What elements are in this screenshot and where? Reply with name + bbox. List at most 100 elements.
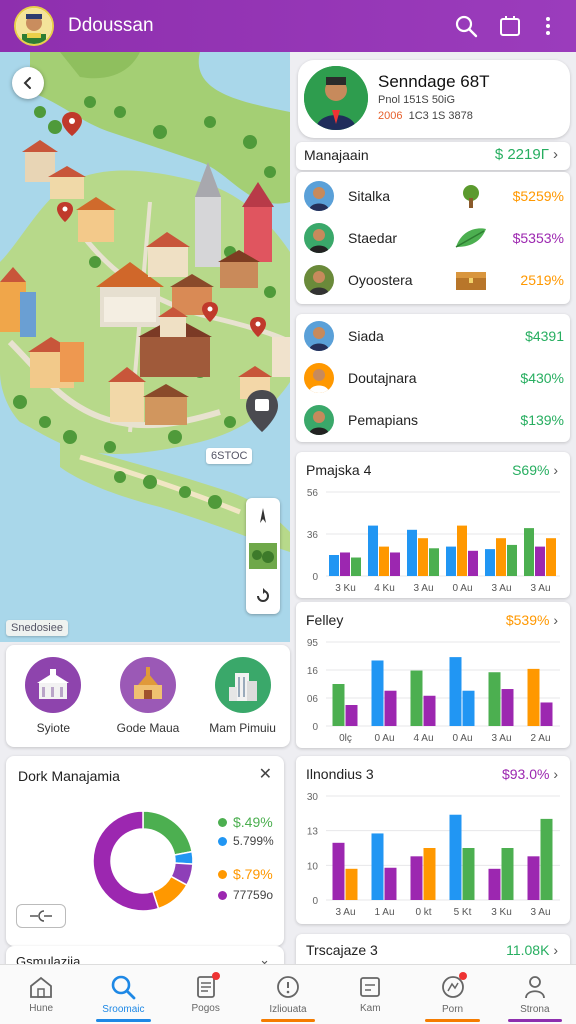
chevron-right-icon[interactable]: › <box>553 766 558 782</box>
list-item-value: $5259% <box>512 188 564 204</box>
chart-value-text: $93.0% <box>501 766 550 782</box>
notification-badge <box>459 972 468 980</box>
donut-legend-item: $.49% <box>218 814 273 830</box>
nav-label: Sroomaic <box>102 1004 145 1015</box>
chart-title: Felley <box>306 612 344 628</box>
list-item[interactable]: Staedar $5353% <box>304 218 564 258</box>
bar <box>429 548 439 576</box>
toggle-button[interactable] <box>16 904 66 928</box>
people-list: Siada $4391 Doutajnara $430% Pemapians $… <box>296 314 570 442</box>
bar <box>418 538 428 576</box>
bar-chart-card[interactable]: Ilnondius 3 $93.0% › 30 13 10 0 3 Au 1 Au 0 kt… <box>296 756 570 924</box>
list-item[interactable]: Sitalka $5259% <box>304 176 564 216</box>
y-tick-label: 36 <box>307 530 319 541</box>
search-icon[interactable] <box>452 12 480 40</box>
bar-chart: 56 36 0 3 Ku 4 Ku 3 Au 0 Au 3 Au 3 Au <box>307 488 560 594</box>
leaf-icon <box>454 225 488 251</box>
category-item-syiote[interactable]: Syiote <box>8 657 98 735</box>
landmark-icon <box>25 657 82 713</box>
bar <box>468 550 478 576</box>
compass-icon[interactable] <box>254 507 272 525</box>
close-icon[interactable]: ✕ <box>259 764 272 784</box>
legend-label: $.79% <box>233 866 273 882</box>
profile-name: Senndage 68T <box>378 72 490 91</box>
more-options-icon[interactable] <box>534 12 562 40</box>
active-indicator <box>260 1019 316 1022</box>
category-item-gode-maua[interactable]: Gode Maua <box>103 657 193 735</box>
resource-list: Sitalka $5259% Staedar $5353% Oyoostera … <box>296 172 570 304</box>
avatar <box>304 223 334 253</box>
y-tick-label: 06 <box>307 694 319 705</box>
donut-title: Dork Manajamia <box>18 768 120 784</box>
bar <box>457 525 467 576</box>
bar <box>332 842 345 900</box>
nav-item-profile[interactable]: Strona <box>494 965 576 1024</box>
bar <box>371 660 384 726</box>
chart-value-text: S69% <box>512 462 550 478</box>
city-map[interactable]: 6STOC Snedosiee <box>0 52 290 642</box>
x-tick-label: 0 kt <box>415 907 431 918</box>
info-icon <box>277 976 299 998</box>
bar <box>407 529 417 576</box>
list-item[interactable]: Siada $4391 <box>304 316 564 356</box>
bar-chart-card[interactable]: Pmajska 4 S69% › 56 36 0 3 Ku 4 Ku 3 Au 0 Au 3 … <box>296 452 570 598</box>
nav-item-list[interactable]: Kam <box>329 965 411 1024</box>
nav-item-pages[interactable]: Pogos <box>165 965 247 1024</box>
search-icon <box>112 975 136 1000</box>
summary-bar[interactable]: Manajaain $ 2219Г › <box>296 142 570 170</box>
list-item-value: $430% <box>520 370 564 386</box>
legend-dot <box>218 817 227 827</box>
list-item[interactable]: Oyoostera 2519% <box>304 260 564 300</box>
bar <box>384 690 397 726</box>
nav-label: Hune <box>29 1003 54 1014</box>
nav-item-feed[interactable]: Porn <box>411 965 493 1024</box>
donut-legend-item: 77759o <box>218 888 273 902</box>
active-indicator <box>96 1019 151 1022</box>
x-tick-label: 3 Ku <box>335 583 356 594</box>
list-item-name: Oyoostera <box>348 272 413 288</box>
nav-item-search[interactable]: Sroomaic <box>82 965 164 1024</box>
back-button[interactable] <box>12 67 44 99</box>
nav-item-info[interactable]: Izliouata <box>247 965 329 1024</box>
bar <box>462 848 475 900</box>
avatar <box>304 405 334 435</box>
nav-item-home[interactable]: Hune <box>0 965 82 1024</box>
app-title: Ddoussan <box>68 15 154 36</box>
bottom-navigation: Hune Sroomaic Pogos Izliouata Kam Porn S… <box>0 964 576 1024</box>
bar <box>332 684 345 726</box>
chevron-right-icon[interactable]: › <box>553 612 558 628</box>
bar <box>496 538 506 576</box>
list-item[interactable]: Pemapians $139% <box>304 400 564 440</box>
legend-dot <box>218 890 227 900</box>
user-avatar[interactable] <box>14 6 54 46</box>
chevron-right-icon[interactable]: › <box>553 146 558 163</box>
calendar-icon[interactable] <box>496 12 524 40</box>
list-item-value: $5353% <box>512 230 564 246</box>
map-label-right: 6STOC <box>206 448 253 464</box>
bar <box>501 848 514 900</box>
y-tick-label: 95 <box>307 638 319 649</box>
profile-icon <box>524 976 545 999</box>
summary-value-text: $ 2219Г <box>494 146 549 163</box>
list-item-name: Staedar <box>348 230 398 246</box>
category-item-mam-pimuiu[interactable]: Mam Pimuiu <box>198 657 288 735</box>
x-tick-label: 1 Au <box>374 907 394 918</box>
profile-card[interactable]: Senndage 68T Pnol 151S 50iG 2006 1C3 1S … <box>298 60 570 138</box>
chart-value: $539% › <box>506 612 558 628</box>
x-tick-label: 3 Au <box>530 907 550 918</box>
chevron-right-icon[interactable]: › <box>553 942 558 958</box>
x-tick-label: 4 Ku <box>374 583 395 594</box>
app-bar: Ddoussan <box>0 0 576 52</box>
list-item-name: Doutajnara <box>348 370 417 386</box>
x-tick-label: 0 Au <box>452 733 472 744</box>
chevron-right-icon[interactable]: › <box>553 462 558 478</box>
rotate-icon[interactable] <box>254 587 272 605</box>
chevron-left-icon <box>23 77 31 89</box>
bar <box>507 544 517 576</box>
bar <box>488 672 501 726</box>
avatar-icon <box>16 8 52 44</box>
donut-chart <box>92 810 194 912</box>
list-item[interactable]: Doutajnara $430% <box>304 358 564 398</box>
bar-chart-card[interactable]: Felley $539% › 95 16 06 0 0lç 0 Au 4 Au 0 Au 3 A… <box>296 602 570 748</box>
map-layers-icon[interactable] <box>249 543 277 569</box>
